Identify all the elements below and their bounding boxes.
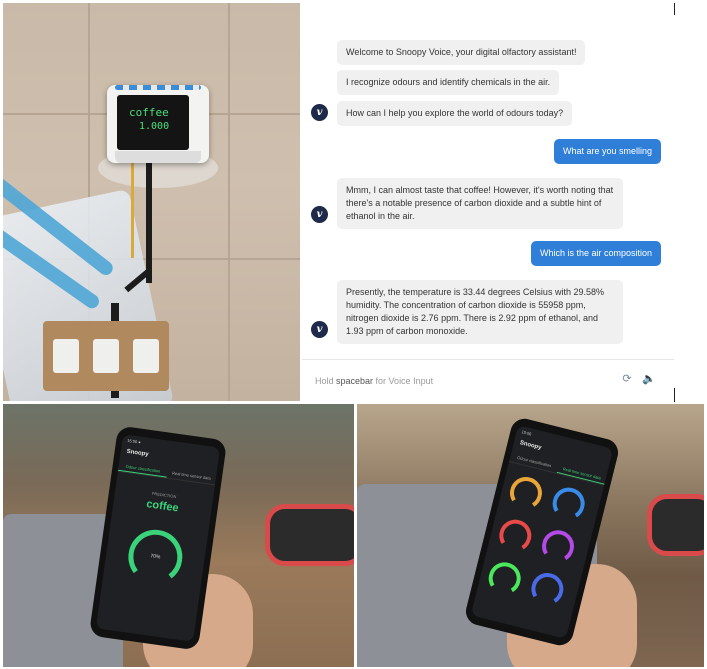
refresh-icon[interactable]: ⟳ [620,372,634,386]
usb-cable [146,163,152,283]
sensor-case [647,494,704,556]
voice-input-hint[interactable]: Hold spacebar for Voice Input [315,376,433,386]
assistant-message: Presently, the temperature is 33.44 degr… [337,280,623,344]
phone-photo-sensors: 15:06 Snoopy Odour classification Real t… [357,404,704,667]
chat-panel: Welcome to Snoopy Voice, your digital ol… [302,3,674,401]
speaker-icon[interactable]: 🔈 [642,372,656,386]
sensor-gauge [549,484,589,524]
battery-icon: ▭ [197,91,204,98]
snoopy-device: coffee 1.000 ▭ [107,85,209,163]
phone-screen: 15:06 ● Snoopy Odour classification Real… [95,434,221,642]
phone-photo-classification: 15:06 ● Snoopy Odour classification Real… [3,404,354,667]
spacebar-key: spacebar [336,376,374,386]
assistant-message: Mmm, I can almost taste that coffee! How… [337,178,623,229]
device-label: coffee [129,106,169,119]
sensor-gauge [538,526,578,566]
sensor-gauge [495,516,535,556]
sensor-wire [131,163,134,258]
device-screen: coffee 1.000 [117,95,189,150]
sensor-gauge [485,558,525,598]
assistant-message: How can I help you explore the world of … [337,101,573,126]
assistant-message: I recognize odours and identify chemical… [337,70,560,95]
assistant-message: Welcome to Snoopy Voice, your digital ol… [337,40,586,65]
device-score: 1.000 [139,121,170,132]
sensor-case [265,504,354,566]
assistant-avatar: v [311,104,328,121]
sensor-gauge [527,569,567,609]
assistant-avatar: v [311,321,328,338]
sensor-gauge [506,473,546,513]
user-message: Which is the air composition [530,241,661,266]
assistant-avatar: v [311,206,328,223]
wall-socket [43,321,169,391]
user-message: What are you smelling [553,139,661,164]
device-photo: coffee 1.000 ▭ [3,3,300,401]
divider [302,359,674,360]
